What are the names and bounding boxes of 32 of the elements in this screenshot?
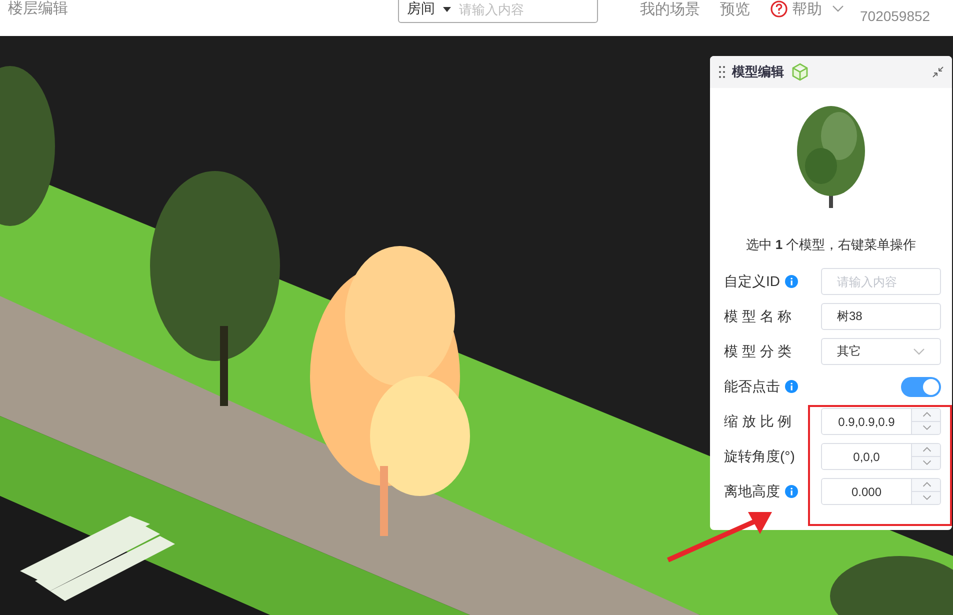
chevron-down-icon xyxy=(832,5,844,13)
help-icon xyxy=(770,0,788,18)
info-icon[interactable] xyxy=(785,485,798,498)
caret-icon xyxy=(443,6,451,12)
info-icon[interactable] xyxy=(785,380,798,393)
page-title: 楼层编辑 xyxy=(8,0,69,18)
field-label: 能否点击 xyxy=(724,378,780,396)
collapse-icon[interactable] xyxy=(932,66,944,78)
field-label: 模 型 名 称 xyxy=(724,308,792,326)
number-stepper[interactable]: 0.9,0.9,0.9 xyxy=(821,408,941,435)
number-stepper[interactable]: 0,0,0 xyxy=(821,443,941,470)
nav-link[interactable]: 我的场景 xyxy=(640,0,700,18)
field-label: 自定义ID xyxy=(724,272,780,290)
chevron-down-icon xyxy=(913,348,925,356)
panel-title: 模型编辑 xyxy=(732,63,784,81)
category-select[interactable]: 其它 xyxy=(821,338,941,365)
text-field[interactable]: 树38 xyxy=(821,303,941,330)
nav-link[interactable]: 预览 xyxy=(720,0,750,18)
help-menu[interactable]: 帮助 xyxy=(770,0,844,18)
drag-handle-icon[interactable] xyxy=(718,65,726,79)
field-label: 离地高度 xyxy=(724,482,780,500)
cube-icon xyxy=(790,62,810,82)
selection-caption: 选中 1 个模型，右键菜单操作 xyxy=(744,236,918,254)
toggle-switch[interactable] xyxy=(901,376,941,396)
group-number: 702059852 xyxy=(860,8,930,24)
field-label: 缩 放 比 例 xyxy=(724,412,792,430)
number-stepper[interactable]: 0.000 xyxy=(821,478,941,505)
search-bar[interactable]: 房间 请输入内容 xyxy=(398,0,598,22)
field-label: 模 型 分 类 xyxy=(724,342,792,360)
text-field[interactable]: 请输入内容 xyxy=(821,268,941,295)
field-label: 旋转角度(°) xyxy=(724,448,795,466)
info-icon[interactable] xyxy=(785,275,798,288)
